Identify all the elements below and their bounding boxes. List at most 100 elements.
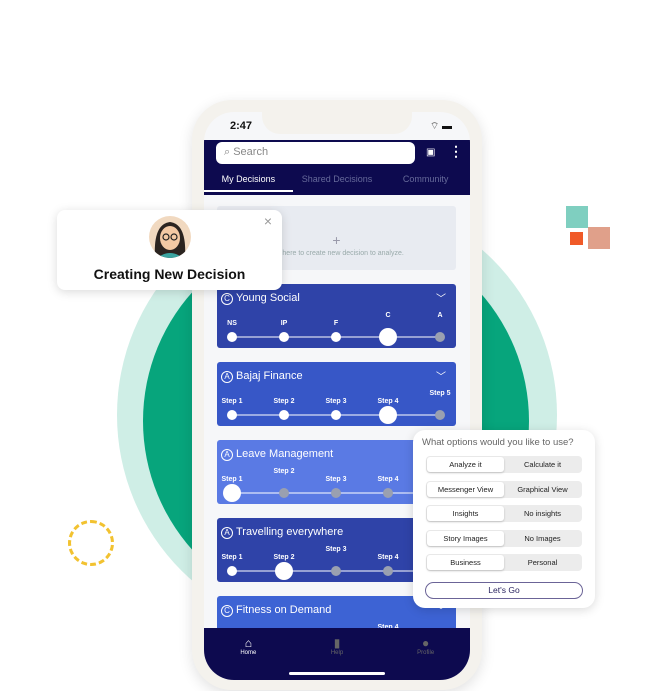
step-node[interactable] (435, 410, 445, 420)
creating-decision-popup: × Creating New Decision (57, 210, 282, 290)
decision-card[interactable]: A Bajaj Finance ﹀ Step 1 Step 2 Step 3 Step … (217, 362, 456, 426)
step-node[interactable] (223, 484, 241, 502)
card-title-text: Young Social (236, 292, 300, 304)
option-selected[interactable]: Messenger View (427, 481, 504, 497)
options-question: What options would you like to use? (422, 437, 574, 448)
option-alternative[interactable]: No Images (504, 531, 581, 546)
step-node[interactable] (279, 488, 289, 498)
step-node[interactable] (379, 406, 397, 424)
card-type-icon: C (221, 605, 233, 617)
status-time: 2:47 (230, 120, 253, 132)
step-node[interactable] (279, 332, 289, 342)
search-placeholder: Search (233, 146, 269, 158)
book-icon: ▮ (333, 636, 341, 650)
chat-icon[interactable]: ▣ (426, 147, 435, 158)
wifi-battery-icon: ⌔ ▬ (429, 121, 452, 132)
step-label: Step 3 (325, 398, 347, 405)
option-selected[interactable]: Analyze it (427, 457, 504, 472)
option-selected[interactable]: Story Images (427, 530, 504, 546)
step-label: NS (227, 320, 237, 327)
step-label: IP (280, 320, 288, 327)
step-node[interactable] (383, 488, 393, 498)
step-label: Step 4 (377, 476, 399, 483)
card-title: A Bajaj Finance (221, 370, 303, 383)
nav-label: Profile (417, 650, 435, 656)
option-alternative[interactable]: Graphical View (504, 482, 581, 497)
step-node[interactable] (383, 566, 393, 576)
person-icon: ● (422, 636, 430, 650)
nav-home[interactable]: ⌂ Home (204, 636, 293, 680)
avatar (149, 216, 191, 258)
option-toggle: Analyze it Calculate it (426, 456, 582, 473)
more-menu-icon[interactable]: ⋮ (449, 143, 463, 160)
option-alternative[interactable]: No insights (504, 506, 581, 521)
step-node[interactable] (379, 328, 397, 346)
step-node[interactable] (435, 332, 445, 342)
card-type-icon: A (221, 371, 233, 383)
step-node[interactable] (331, 488, 341, 498)
step-label: A (437, 312, 443, 319)
option-selected[interactable]: Business (427, 555, 504, 570)
card-type-icon: A (221, 527, 233, 539)
option-alternative[interactable]: Calculate it (504, 457, 581, 472)
step-node[interactable] (331, 410, 341, 420)
card-title: C Fitness on Demand (221, 604, 331, 617)
step-node[interactable] (227, 566, 237, 576)
step-label: C (385, 312, 391, 319)
option-toggle: Messenger View Graphical View (426, 480, 582, 498)
step-label: Step 3 (325, 546, 347, 553)
option-toggle: Story Images No Images (426, 529, 582, 547)
tab-my-decisions[interactable]: My Decisions (204, 174, 293, 192)
card-type-icon: A (221, 449, 233, 461)
decision-card[interactable]: C Young Social ﹀ NS IP F C A (217, 284, 456, 348)
home-icon: ⌂ (244, 636, 252, 650)
step-label: Step 2 (273, 398, 295, 405)
step-label: Step 3 (325, 476, 347, 483)
nav-profile[interactable]: ● Profile (381, 636, 470, 680)
step-label: Step 1 (221, 554, 243, 561)
step-node[interactable] (227, 332, 237, 342)
step-label: Step 5 (429, 390, 451, 397)
option-toggle: Business Personal (426, 554, 582, 571)
card-title-text: Bajaj Finance (236, 370, 303, 382)
step-label: Step 4 (377, 398, 399, 405)
step-node[interactable] (275, 562, 293, 580)
chevron-down-icon[interactable]: ﹀ (436, 290, 446, 305)
card-title: A Travelling everywhere (221, 526, 343, 539)
dotted-circle-decoration (68, 520, 114, 566)
card-type-icon: C (221, 293, 233, 305)
nav-label: Home (240, 650, 257, 656)
step-node[interactable] (331, 332, 341, 342)
tab-community[interactable]: Community (381, 174, 470, 192)
step-label: Step 2 (273, 554, 295, 561)
step-label: Step 1 (221, 398, 243, 405)
tabs: My Decisions Shared Decisions Community (204, 174, 470, 192)
tab-shared-decisions[interactable]: Shared Decisions (293, 174, 382, 192)
step-label: Step 1 (221, 476, 243, 483)
option-selected[interactable]: Insights (427, 506, 504, 521)
step-node[interactable] (227, 410, 237, 420)
card-title: A Leave Management (221, 448, 333, 461)
option-toggle: Insights No insights (426, 505, 582, 522)
decor-square-teal (566, 206, 588, 228)
step-node[interactable] (279, 410, 289, 420)
step-label: Step 4 (377, 554, 399, 561)
lets-go-button[interactable]: Let's Go (425, 582, 583, 599)
card-title-text: Travelling everywhere (236, 526, 344, 538)
card-title-text: Fitness on Demand (236, 604, 332, 616)
popup-title: Creating New Decision (93, 266, 246, 282)
step-label: F (333, 320, 339, 327)
option-alternative[interactable]: Personal (504, 555, 581, 570)
search-input[interactable]: ⌕ Search (216, 142, 415, 164)
close-icon[interactable]: × (264, 213, 272, 229)
card-title: C Young Social (221, 292, 300, 305)
step-node[interactable] (331, 566, 341, 576)
nav-label: Help (330, 650, 344, 656)
options-popup: What options would you like to use? Anal… (413, 430, 595, 608)
decor-square-salmon (588, 227, 610, 249)
chevron-down-icon[interactable]: ﹀ (436, 368, 446, 383)
decor-square-orange (570, 232, 583, 245)
card-title-text: Leave Management (236, 448, 334, 460)
home-indicator (289, 672, 385, 675)
create-hint: Tap here to create new decision to analy… (269, 250, 404, 257)
